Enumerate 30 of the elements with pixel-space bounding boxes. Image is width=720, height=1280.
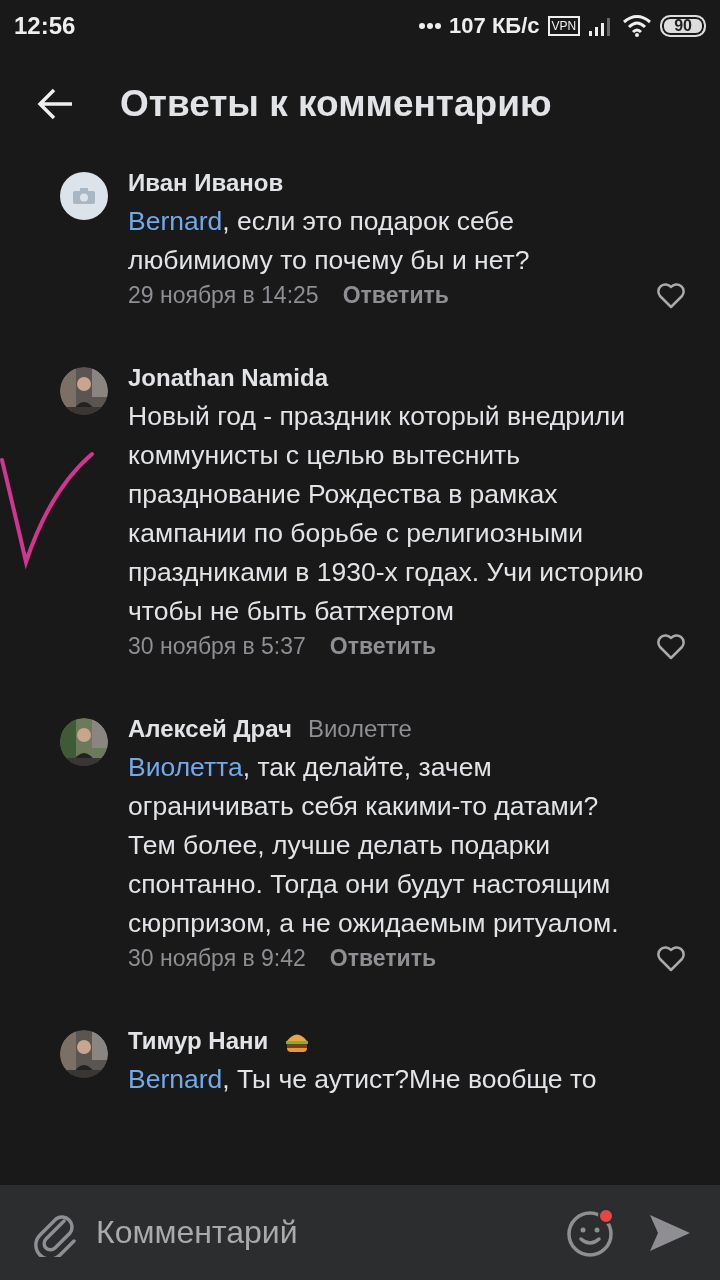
author-name[interactable]: Иван Иванов bbox=[128, 169, 284, 197]
author-name[interactable]: Алексей Драч bbox=[128, 715, 292, 743]
like-icon[interactable] bbox=[656, 282, 686, 309]
comment-date: 29 ноября в 14:25 bbox=[128, 282, 319, 309]
reply-to-name[interactable]: Виолетте bbox=[307, 715, 412, 743]
comment-date: 30 ноября в 5:37 bbox=[128, 633, 306, 660]
vpn-badge: VPN bbox=[547, 16, 581, 36]
author-name[interactable]: Тимур Нани bbox=[128, 1027, 269, 1055]
like-icon[interactable] bbox=[656, 945, 686, 972]
author-name[interactable]: Jonathan Namida bbox=[128, 364, 329, 392]
mention-link[interactable]: Виолетта bbox=[128, 752, 243, 782]
mention-link[interactable]: Bernard bbox=[128, 206, 223, 236]
reply-button[interactable]: Ответить bbox=[342, 282, 449, 309]
comment-date: 30 ноября в 9:42 bbox=[128, 945, 306, 972]
wifi-icon bbox=[622, 14, 653, 38]
avatar-placeholder[interactable] bbox=[60, 172, 108, 220]
emoji-button[interactable] bbox=[566, 1207, 616, 1258]
network-speed: 107 КБ/с bbox=[449, 13, 540, 39]
reply-button[interactable]: Ответить bbox=[329, 945, 437, 972]
reply-button[interactable]: Ответить bbox=[329, 633, 437, 660]
page-title: Ответы к комментарию bbox=[120, 83, 552, 125]
status-time: 12:56 bbox=[14, 12, 76, 40]
like-icon[interactable] bbox=[656, 633, 686, 660]
dots-icon bbox=[419, 22, 442, 30]
mention-link[interactable]: Bernard bbox=[128, 1064, 223, 1094]
comment-text: Bernard, Ты че аутист?Мне вообще то bbox=[128, 1063, 598, 1096]
comment-text: Новый год - праздник который внедрили коммунисты с целью вытеснить празднование Рождества в рамках кампании по борьбе с религиозными праздниками в 1930-х годах. Учи историю чтобы не быть баттхертом bbox=[128, 400, 645, 628]
battery-level: 90 bbox=[660, 15, 706, 37]
comment-text: Bernard, если это подарок себе любимиому то почему бы и нет? bbox=[128, 205, 531, 277]
comment-text: Виолетта, так делайте, зачем ограничивать себя какими-то датами? Тем более, лучше делать подарки спонтанно. Тогда они будут настоящим сюрпризом, а не ожидаемым ритуалом. bbox=[128, 751, 620, 940]
